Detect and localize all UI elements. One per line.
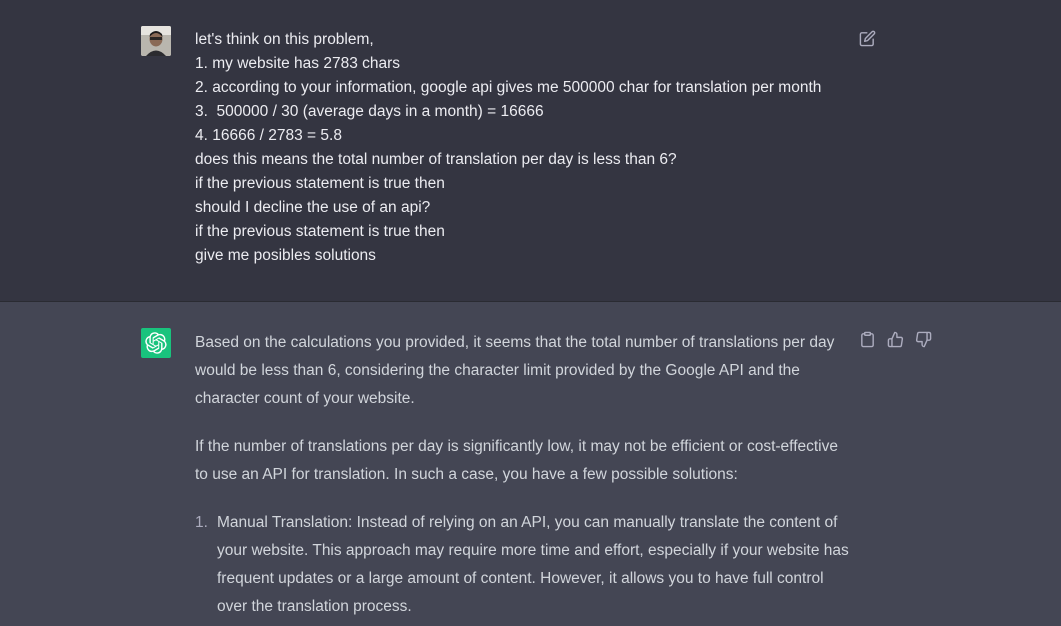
solutions-list: 1. Manual Translation: Instead of relyin… [195,509,855,621]
clipboard-icon[interactable] [859,331,876,348]
user-line: give me posibles solutions [195,247,376,264]
list-item: 1. Manual Translation: Instead of relyin… [195,509,855,621]
list-number: 1. [195,514,208,531]
user-line: 1. my website has 2783 chars [195,55,401,72]
user-line: let's think on this problem, [195,31,374,48]
thumbs-up-icon[interactable] [887,331,904,348]
openai-logo-icon [145,332,167,354]
user-line: if the previous statement is true then [195,223,445,240]
user-line: should I decline the use of an api? [195,199,431,216]
user-line: 4. 16666 / 2783 = 5.8 [195,127,342,144]
list-item-text: Manual Translation: Instead of relying o… [217,514,849,615]
user-avatar [141,26,171,56]
user-message-text: let's think on this problem, 1. my websi… [195,28,855,268]
assistant-paragraph: Based on the calculations you provided, … [195,334,835,407]
assistant-paragraph: If the number of translations per day is… [195,438,838,483]
message-actions [859,331,932,348]
user-message: let's think on this problem, 1. my websi… [0,0,1061,302]
assistant-avatar [141,328,171,358]
thumbs-down-icon[interactable] [915,331,932,348]
user-line: 3. 500000 / 30 (average days in a month)… [195,103,544,120]
assistant-message: Based on the calculations you provided, … [0,302,1061,626]
user-line: 2. according to your information, google… [195,79,822,96]
user-line: does this means the total number of tran… [195,151,677,168]
assistant-message-text: Based on the calculations you provided, … [195,329,855,621]
user-line: if the previous statement is true then [195,175,445,192]
edit-icon[interactable] [859,30,876,47]
